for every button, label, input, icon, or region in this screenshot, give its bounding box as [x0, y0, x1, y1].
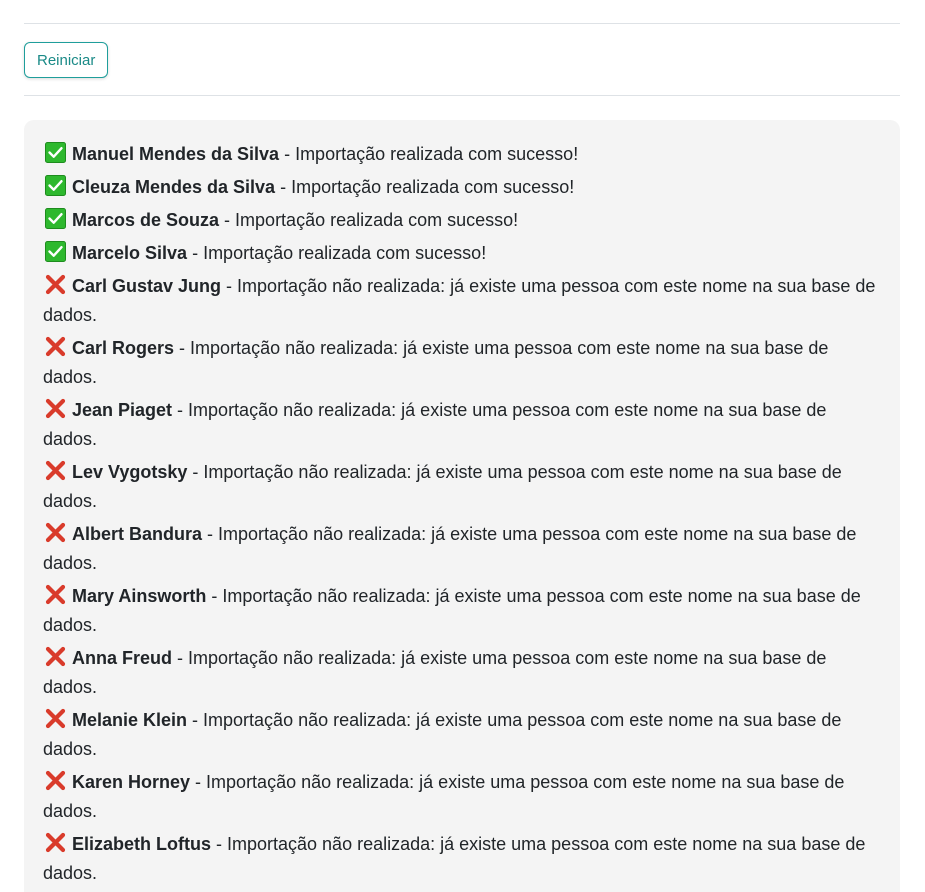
- separator: -: [174, 338, 191, 358]
- list-item: Karen Horney - Importação não realizada:…: [43, 768, 880, 826]
- list-item: Anna Freud - Importação não realizada: j…: [43, 644, 880, 702]
- import-results-panel: Manuel Mendes da Silva - Importação real…: [24, 120, 900, 892]
- check-mark-icon: [45, 208, 66, 229]
- separator: -: [275, 177, 292, 197]
- separator: -: [190, 772, 207, 792]
- divider-bottom: [24, 95, 900, 96]
- list-item: Elizabeth Loftus - Importação não realiz…: [43, 830, 880, 888]
- list-item: Albert Bandura - Importação não realizad…: [43, 520, 880, 578]
- list-item: Melanie Klein - Importação não realizada…: [43, 706, 880, 764]
- cross-mark-icon: [45, 770, 66, 791]
- separator: -: [219, 210, 236, 230]
- person-name: Marcelo Silva: [72, 243, 188, 263]
- separator: -: [172, 400, 189, 420]
- cross-mark-icon: [45, 832, 66, 853]
- cross-mark-icon: [45, 584, 66, 605]
- cross-mark-icon: [45, 708, 66, 729]
- result-message: Importação realizada com sucesso!: [235, 210, 519, 230]
- list-item: Lev Vygotsky - Importação não realizada:…: [43, 458, 880, 516]
- result-message: Importação realizada com sucesso!: [291, 177, 575, 197]
- separator: -: [187, 462, 204, 482]
- person-name: Carl Gustav Jung: [72, 276, 222, 296]
- list-item: Mary Ainsworth - Importação não realizad…: [43, 582, 880, 640]
- cross-mark-icon: [45, 646, 66, 667]
- separator: -: [211, 834, 227, 854]
- separator: -: [187, 243, 204, 263]
- separator: -: [221, 276, 238, 296]
- list-item: Carl Gustav Jung - Importação não realiz…: [43, 272, 880, 330]
- person-name: Cleuza Mendes da Silva: [72, 177, 276, 197]
- list-item: Cleuza Mendes da Silva - Importação real…: [43, 173, 880, 202]
- separator: -: [187, 710, 204, 730]
- list-item: Manuel Mendes da Silva - Importação real…: [43, 140, 880, 169]
- list-item: Carl Rogers - Importação não realizada: …: [43, 334, 880, 392]
- actions-row: Reiniciar: [24, 24, 900, 95]
- separator: -: [172, 648, 189, 668]
- person-name: Anna Freud: [72, 648, 173, 668]
- separator: -: [279, 144, 296, 164]
- separator: -: [206, 586, 223, 606]
- person-name: Karen Horney: [72, 772, 191, 792]
- cross-mark-icon: [45, 336, 66, 357]
- list-item: Marcelo Silva - Importação realizada com…: [43, 239, 880, 268]
- cross-mark-icon: [45, 274, 66, 295]
- check-mark-icon: [45, 175, 66, 196]
- check-mark-icon: [45, 142, 66, 163]
- cross-mark-icon: [45, 522, 66, 543]
- result-message: Importação realizada com sucesso!: [295, 144, 579, 164]
- person-name: Jean Piaget: [72, 400, 173, 420]
- cross-mark-icon: [45, 398, 66, 419]
- person-name: Albert Bandura: [72, 524, 203, 544]
- person-name: Manuel Mendes da Silva: [72, 144, 280, 164]
- separator: -: [202, 524, 219, 544]
- check-mark-icon: [45, 241, 66, 262]
- person-name: Carl Rogers: [72, 338, 175, 358]
- person-name: Lev Vygotsky: [72, 462, 188, 482]
- cross-mark-icon: [45, 460, 66, 481]
- restart-button[interactable]: Reiniciar: [24, 41, 109, 78]
- person-name: Elizabeth Loftus: [72, 834, 211, 854]
- page: Reiniciar Manuel Mendes da Silva - Impor…: [0, 23, 925, 892]
- list-item: Marcos de Souza - Importação realizada c…: [43, 206, 880, 235]
- list-item: Jean Piaget - Importação não realizada: …: [43, 396, 880, 454]
- person-name: Marcos de Souza: [72, 210, 220, 230]
- result-message: Importação realizada com sucesso!: [203, 243, 487, 263]
- person-name: Mary Ainsworth: [72, 586, 207, 606]
- person-name: Melanie Klein: [72, 710, 188, 730]
